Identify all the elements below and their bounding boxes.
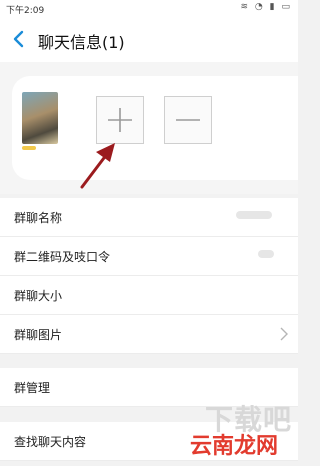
list-item-qr-code[interactable]: 群二维码及吱口令 (0, 237, 298, 276)
list-item-group-images[interactable]: 群聊图片 (0, 315, 298, 354)
back-arrow-icon[interactable] (12, 30, 26, 48)
navigation-bar: 聊天信息(1) (0, 16, 298, 62)
chevron-right-icon (280, 327, 288, 341)
remove-member-button[interactable] (164, 96, 212, 144)
minus-icon (176, 119, 200, 121)
list-item-group-size[interactable]: 群聊大小 (0, 276, 298, 315)
wifi-icon: ≋ (240, 2, 251, 12)
list-item-label: 群聊名称 (14, 211, 63, 225)
page-title: 聊天信息(1) (38, 33, 125, 52)
list-item-label: 查找聊天内容 (14, 435, 87, 449)
status-bar: 下午2:09 ≋ ◔ ▮ ▭ (0, 0, 298, 16)
qr-code-icon (258, 250, 274, 258)
watermark-logo: 云南龙网 (189, 434, 278, 459)
list-item-label: 群聊大小 (14, 289, 63, 303)
alarm-icon: ◔ (254, 2, 265, 12)
watermark: 下载吧 云南龙网 (160, 398, 292, 459)
status-icons: ≋ ◔ ▮ ▭ (241, 2, 293, 12)
avatar-badge (22, 146, 36, 150)
group-name-value (236, 211, 272, 219)
status-time: 下午2:09 (6, 6, 45, 16)
list-item-label: 群聊图片 (14, 328, 63, 342)
signal-icon: ▮ (269, 2, 277, 12)
plus-icon (108, 108, 132, 132)
add-member-button[interactable] (96, 96, 144, 144)
list-item-label: 群管理 (14, 381, 51, 395)
battery-icon: ▭ (281, 2, 292, 12)
list-item-label: 群二维码及吱口令 (14, 250, 111, 264)
member-avatar[interactable] (22, 92, 58, 144)
list-item-group-name[interactable]: 群聊名称 (0, 198, 298, 237)
